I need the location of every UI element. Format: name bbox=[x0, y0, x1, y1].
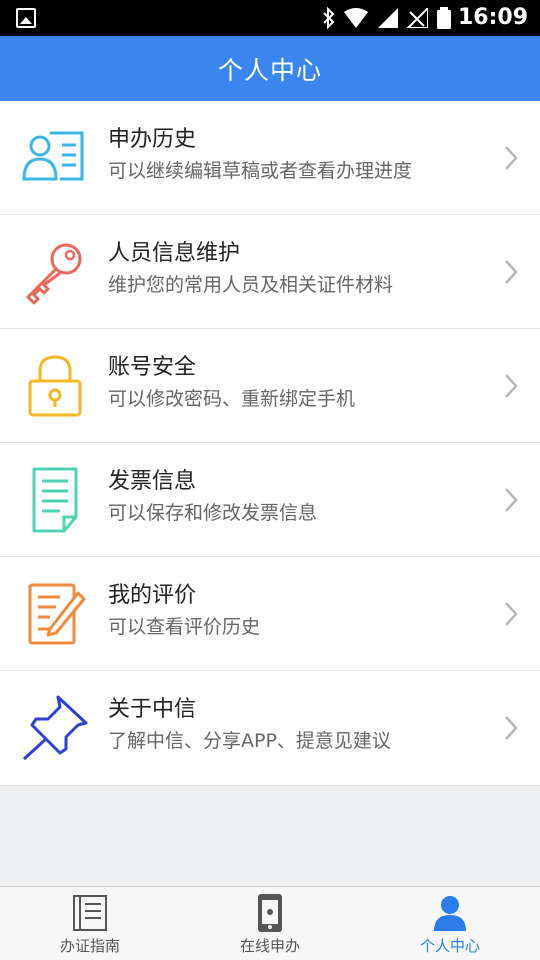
lock-icon bbox=[20, 351, 90, 421]
bottom-tab-bar: 办证指南 在线申办 个人中心 bbox=[0, 886, 540, 960]
menu-item-subtitle: 了解中信、分享APP、提意见建议 bbox=[108, 730, 391, 752]
pushpin-icon bbox=[20, 693, 90, 763]
menu-item-subtitle: 维护您的常用人员及相关证件材料 bbox=[108, 274, 394, 296]
menu-item-personnel-info[interactable]: 人员信息维护 维护您的常用人员及相关证件材料 bbox=[0, 215, 540, 329]
page-title: 个人中心 bbox=[217, 55, 322, 85]
tab-label: 个人中心 bbox=[419, 937, 480, 955]
menu-item-title: 关于中信 bbox=[108, 697, 197, 722]
menu-item-invoice-info[interactable]: 发票信息 可以保存和修改发票信息 bbox=[0, 443, 540, 557]
document-icon bbox=[20, 465, 90, 535]
guide-book-icon bbox=[73, 895, 107, 931]
bluetooth-icon bbox=[323, 7, 335, 29]
tab-label: 在线申办 bbox=[239, 937, 300, 955]
chevron-right-icon bbox=[505, 260, 518, 284]
chevron-right-icon bbox=[505, 488, 518, 512]
tab-personal-center[interactable]: 个人中心 bbox=[360, 887, 540, 960]
menu-item-title: 申办历史 bbox=[108, 127, 197, 152]
image-notification-icon bbox=[16, 8, 36, 28]
person-icon bbox=[434, 896, 466, 931]
menu-item-title: 人员信息维护 bbox=[108, 241, 241, 266]
menu-item-about[interactable]: 关于中信 了解中信、分享APP、提意见建议 bbox=[0, 671, 540, 785]
tab-online-apply[interactable]: 在线申办 bbox=[180, 887, 360, 960]
wifi-icon bbox=[344, 8, 368, 28]
menu-item-title: 账号安全 bbox=[108, 355, 197, 380]
edit-note-icon bbox=[20, 579, 90, 649]
chevron-right-icon bbox=[505, 374, 518, 398]
menu-item-subtitle: 可以查看评价历史 bbox=[108, 616, 261, 638]
signal-icon bbox=[406, 8, 428, 28]
menu-item-account-security[interactable]: 账号安全 可以修改密码、重新绑定手机 bbox=[0, 329, 540, 443]
data-transfer-icon bbox=[378, 8, 398, 28]
menu-item-title: 我的评价 bbox=[108, 583, 197, 608]
tab-guide[interactable]: 办证指南 bbox=[0, 887, 180, 960]
user-card-icon bbox=[20, 123, 90, 193]
menu-item-subtitle: 可以修改密码、重新绑定手机 bbox=[108, 388, 356, 410]
chevron-right-icon bbox=[505, 146, 518, 170]
menu-item-title: 发票信息 bbox=[108, 469, 197, 494]
status-time: 16:09 bbox=[457, 5, 528, 30]
app-header: 个人中心 bbox=[0, 36, 540, 101]
status-icons bbox=[322, 7, 452, 29]
status-bar: 16:09 bbox=[0, 0, 540, 36]
menu-item-my-reviews[interactable]: 我的评价 可以查看评价历史 bbox=[0, 557, 540, 671]
battery-icon bbox=[437, 7, 451, 29]
chevron-right-icon bbox=[505, 716, 518, 740]
phone-icon bbox=[258, 894, 282, 932]
menu-item-application-history[interactable]: 申办历史 可以继续编辑草稿或者查看办理进度 bbox=[0, 101, 540, 215]
menu-item-subtitle: 可以继续编辑草稿或者查看办理进度 bbox=[108, 160, 413, 182]
menu-list: 申办历史 可以继续编辑草稿或者查看办理进度 人员信息维护 维护您的常用人员及相关… bbox=[0, 101, 540, 786]
tab-label: 办证指南 bbox=[59, 937, 120, 955]
menu-item-subtitle: 可以保存和修改发票信息 bbox=[108, 502, 318, 524]
chevron-right-icon bbox=[505, 602, 518, 626]
key-icon bbox=[20, 237, 90, 307]
